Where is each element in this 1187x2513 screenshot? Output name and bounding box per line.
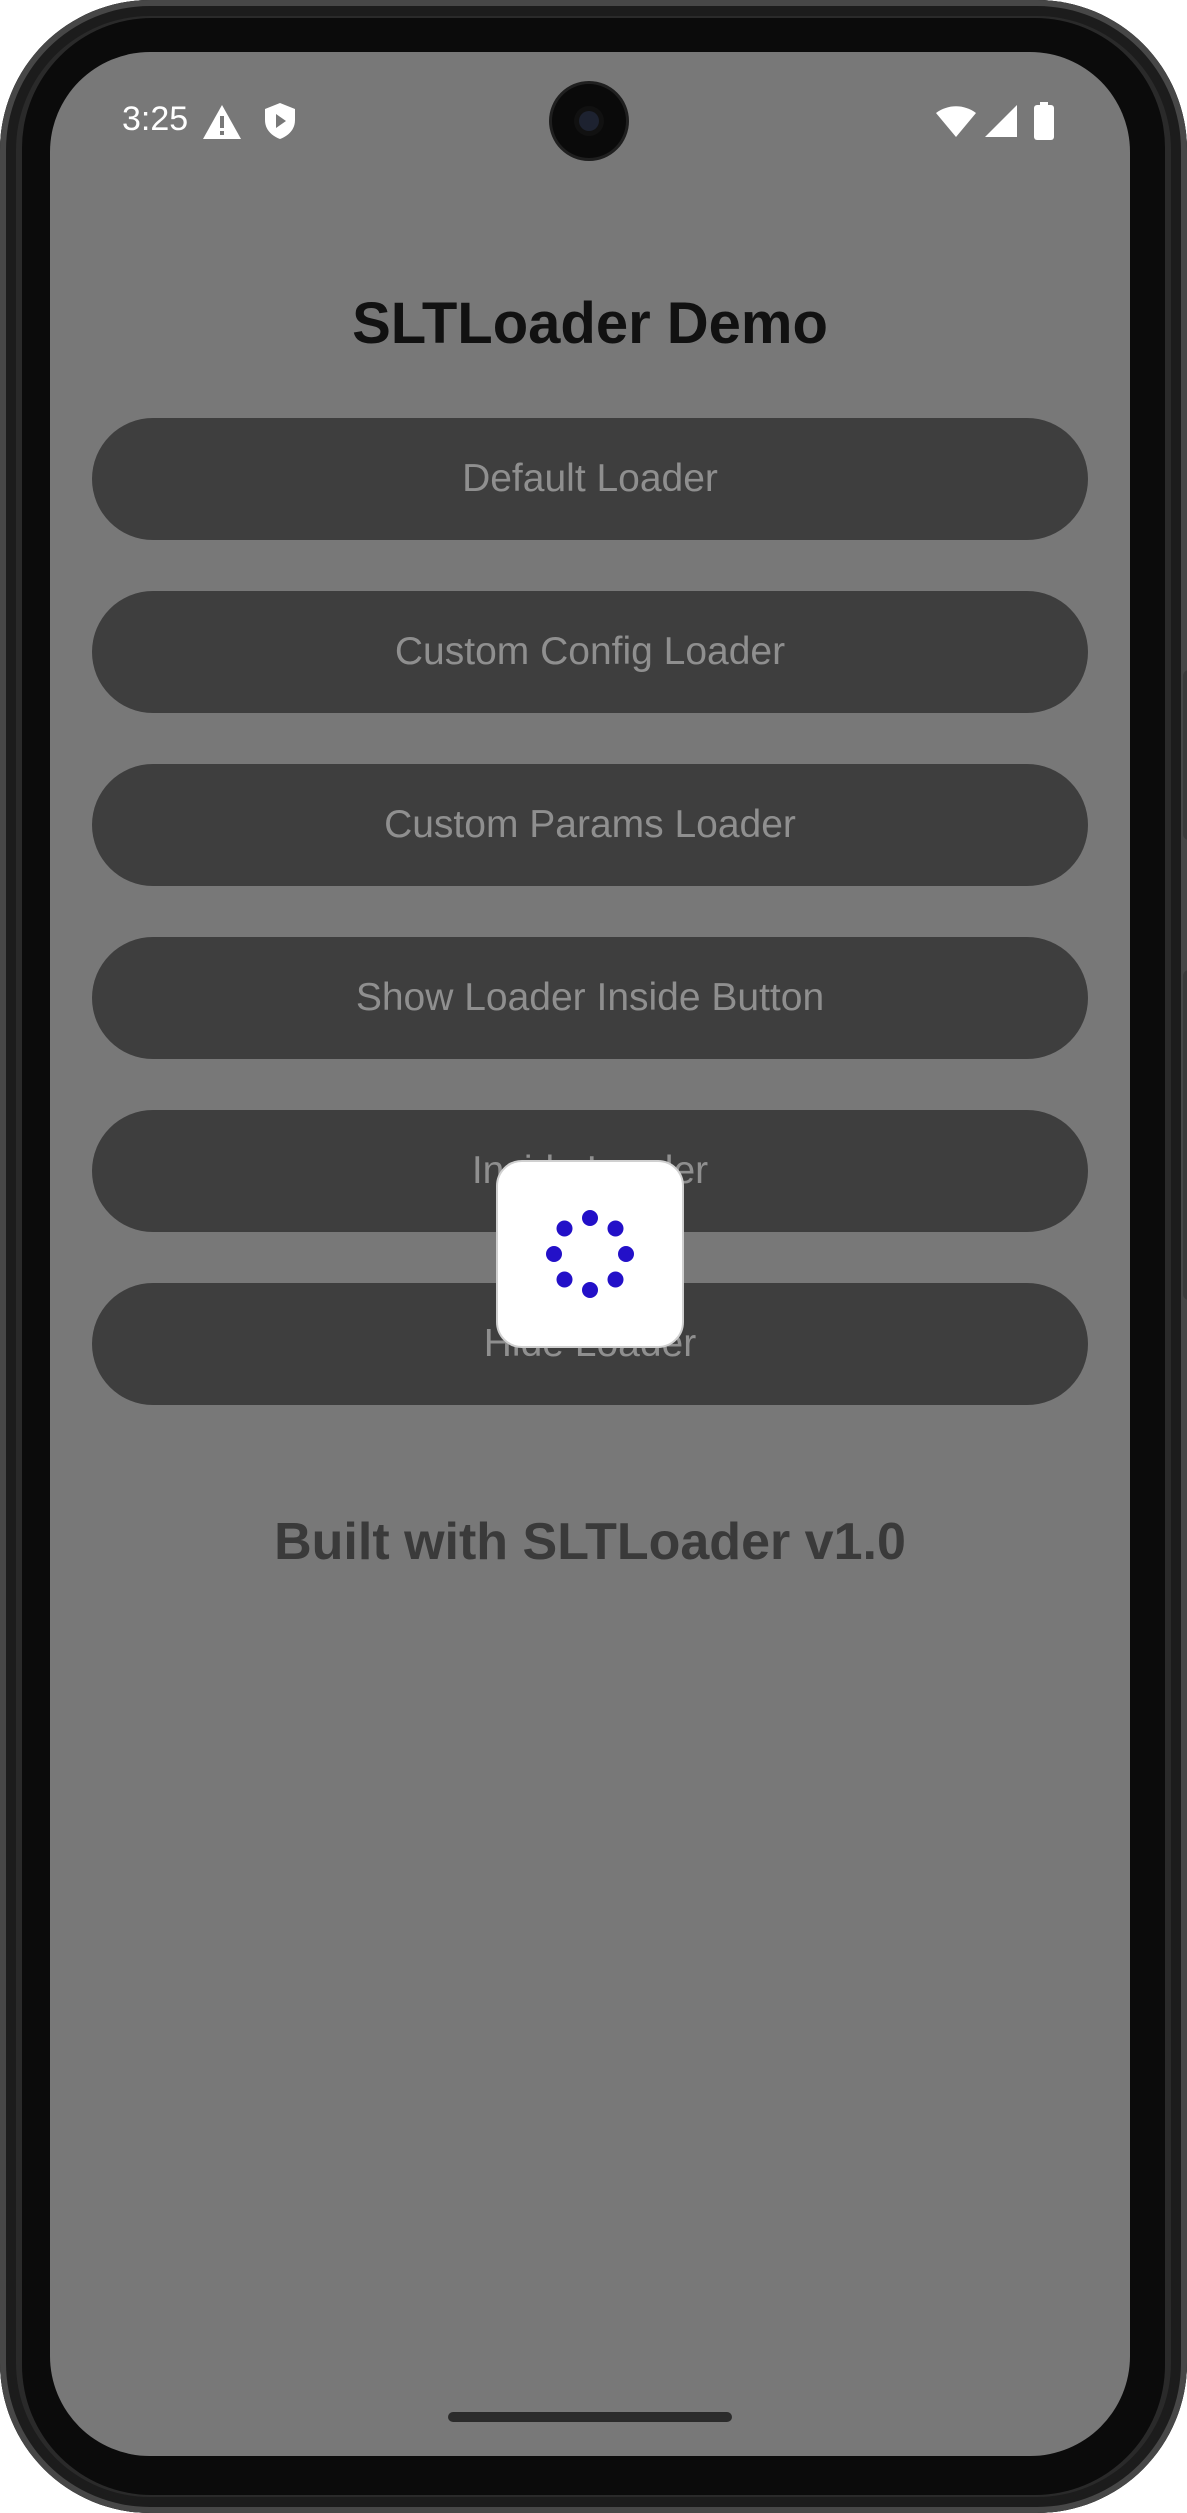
shield-play-icon <box>265 103 295 139</box>
volume-button <box>1183 670 1187 840</box>
screen: 3:25 SLTLoader Demo Default Loader Custo… <box>50 52 1130 2456</box>
spinner-dot <box>618 1246 634 1262</box>
spinner-dots-icon <box>546 1210 634 1298</box>
spinner-dot <box>556 1271 573 1288</box>
spinner-dot <box>582 1210 598 1226</box>
footer-text: Built with SLTLoader v1.0 <box>274 1513 906 1571</box>
spinner-dot <box>607 1220 624 1237</box>
spinner-dot <box>556 1220 573 1237</box>
status-time: 3:25 <box>122 100 189 138</box>
wifi-icon <box>936 106 976 137</box>
front-camera <box>552 84 626 158</box>
status-bar: 3:25 <box>50 52 1130 192</box>
spinner-dot <box>546 1246 562 1262</box>
battery-icon <box>1034 102 1054 140</box>
default-loader-button[interactable]: Default Loader <box>92 418 1088 540</box>
spinner-dot <box>582 1282 598 1298</box>
cellular-signal-icon <box>985 105 1017 137</box>
page-title: SLTLoader Demo <box>352 291 828 356</box>
power-button <box>1183 970 1187 1300</box>
phone-frame: 3:25 SLTLoader Demo Default Loader Custo… <box>0 0 1187 2513</box>
home-indicator[interactable] <box>448 2412 732 2422</box>
loader-dialog <box>496 1160 684 1348</box>
custom-config-loader-button[interactable]: Custom Config Loader <box>92 591 1088 713</box>
spinner-dot <box>607 1271 624 1288</box>
show-loader-inside-button[interactable]: Show Loader Inside Button <box>92 937 1088 1059</box>
custom-params-loader-button[interactable]: Custom Params Loader <box>92 764 1088 886</box>
warning-icon <box>203 105 241 139</box>
